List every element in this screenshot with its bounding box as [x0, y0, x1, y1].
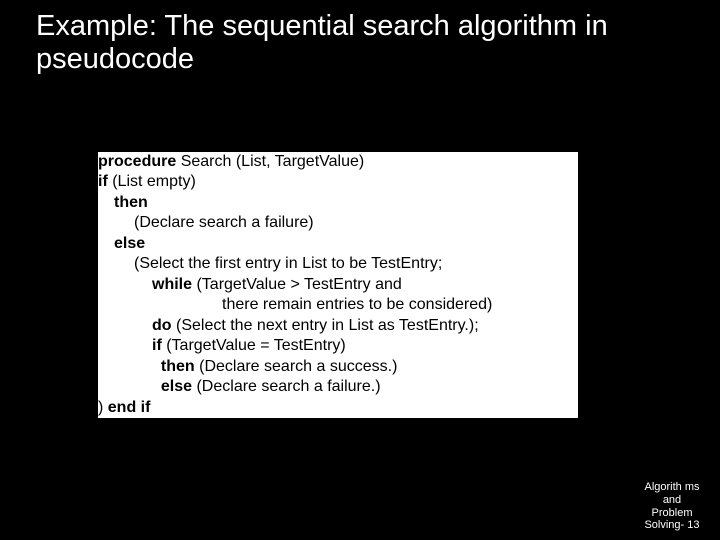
code-text: (TargetValue > TestEntry and	[192, 276, 402, 293]
code-text: (Declare search a failure)	[134, 214, 314, 231]
code-line: (Select the first entry in List to be Te…	[98, 254, 578, 274]
slide-title: Example: The sequential search algorithm…	[36, 10, 684, 77]
pseudocode-block: procedure Search (List, TargetValue) if …	[98, 152, 578, 418]
code-text: (Declare search a success.)	[195, 358, 398, 375]
code-line: while (TargetValue > TestEntry and	[98, 275, 578, 295]
code-line: else	[98, 234, 578, 254]
code-text: (TargetValue = TestEntry)	[162, 337, 346, 354]
code-line: (Declare search a failure)	[98, 213, 578, 233]
keyword-else: else	[114, 235, 145, 252]
slide-footer: Algorith ms and Problem Solving- 13	[642, 481, 702, 532]
code-line: ) end if	[98, 398, 578, 418]
code-text: )	[98, 399, 108, 416]
code-line: procedure Search (List, TargetValue)	[98, 152, 578, 172]
code-line: then	[98, 193, 578, 213]
keyword-else: else	[161, 378, 192, 395]
keyword-if: if	[98, 173, 108, 190]
code-line: do (Select the next entry in List as Tes…	[98, 316, 578, 336]
code-text: there remain entries to be considered)	[222, 296, 492, 313]
keyword-while: while	[152, 276, 192, 293]
keyword-if: if	[152, 337, 162, 354]
keyword-then: then	[114, 194, 148, 211]
code-text: (List empty)	[108, 173, 196, 190]
code-text: (Declare search a failure.)	[192, 378, 381, 395]
code-text: (Select the next entry in List as TestEn…	[172, 317, 479, 334]
keyword-endif: end if	[108, 399, 151, 416]
code-line: if (List empty)	[98, 172, 578, 192]
keyword-procedure: procedure	[98, 153, 176, 170]
keyword-then: then	[161, 358, 195, 375]
code-text: (Select the first entry in List to be Te…	[134, 255, 442, 272]
code-line: if (TargetValue = TestEntry)	[98, 336, 578, 356]
code-line: there remain entries to be considered)	[98, 295, 578, 315]
keyword-do: do	[152, 317, 172, 334]
code-line: then (Declare search a success.)	[98, 357, 578, 377]
code-line: else (Declare search a failure.)	[98, 377, 578, 397]
code-text: Search (List, TargetValue)	[176, 153, 364, 170]
slide: Example: The sequential search algorithm…	[0, 0, 720, 540]
